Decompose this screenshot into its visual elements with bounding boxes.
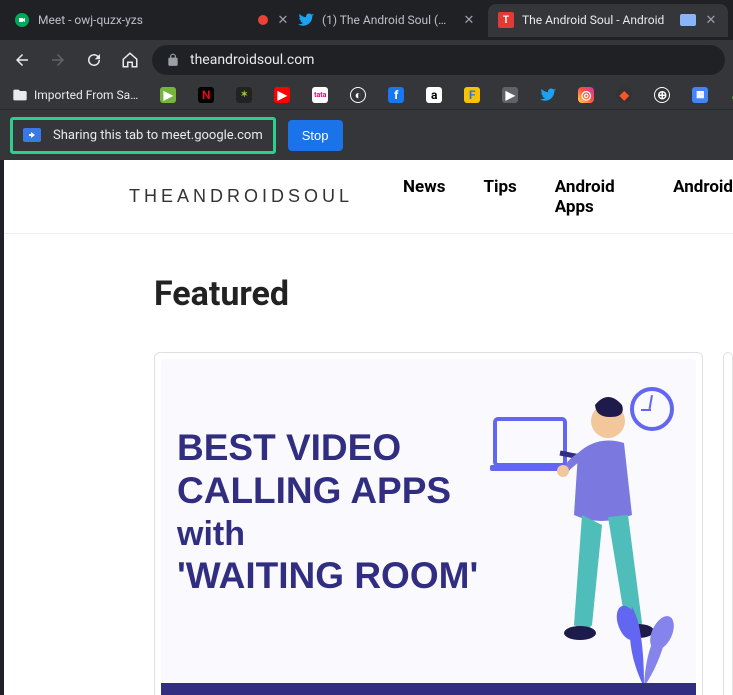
bookmark-icon-globe[interactable]: ◐ (346, 85, 370, 105)
brave-icon: ◆ (616, 87, 632, 103)
site-logo[interactable]: THEANDROIDSOUL (129, 186, 353, 207)
bookmark-icon-rumble[interactable]: ▶ (156, 85, 180, 105)
home-button[interactable] (116, 46, 144, 74)
card-row: BEST VIDEO CALLING APPS with 'WAITING RO… (154, 352, 733, 695)
screen-share-icon (23, 128, 41, 142)
tab-title: Meet - owj-quzx-yzs (38, 13, 234, 27)
meet-icon (14, 12, 30, 28)
facebook-icon: f (388, 87, 404, 103)
tab-title: (1) The Android Soul (@TheAn (322, 13, 454, 27)
bookmark-icon-web[interactable]: ⊕ (650, 85, 674, 105)
url-text: theandroidsoul.com (190, 52, 314, 68)
bookmark-label: Imported From Sa… (34, 88, 138, 102)
folder-icon (12, 87, 28, 103)
tab-androidsoul[interactable]: T The Android Soul - Android ✕ (488, 4, 728, 37)
featured-heading: Featured (154, 274, 733, 314)
bookmark-icon-amazon[interactable]: a (422, 85, 446, 105)
bookmark-icon-xda[interactable]: ✶ (232, 85, 256, 105)
flipkart-icon: F (464, 87, 480, 103)
plant-illustration (604, 577, 684, 695)
article-art-title: BEST VIDEO CALLING APPS with 'WAITING RO… (177, 427, 517, 597)
forward-button[interactable] (44, 46, 72, 74)
nav-news[interactable]: News (403, 177, 445, 217)
grey-icon: ▶ (502, 87, 518, 103)
share-bar: Sharing this tab to meet.google.com Stop (0, 110, 733, 160)
tab-title: The Android Soul - Android (522, 13, 672, 27)
amazon-icon: a (426, 87, 442, 103)
screen-share-icon (680, 14, 696, 26)
site-header: THEANDROIDSOUL News Tips Android Apps An… (4, 160, 733, 234)
address-bar[interactable]: theandroidsoul.com (152, 45, 725, 75)
grid-icon: ▦ (692, 87, 708, 103)
twitter-icon (540, 87, 556, 103)
record-icon (258, 15, 268, 25)
bookmark-icon-flipkart[interactable]: F (460, 85, 484, 105)
bookmark-icon-facebook[interactable]: f (384, 85, 408, 105)
page-viewport: THEANDROIDSOUL News Tips Android Apps An… (0, 160, 733, 695)
nav-android[interactable]: Android (673, 177, 733, 217)
tab-strip: Meet - owj-quzx-yzs ✕ (1) The Android So… (0, 0, 733, 40)
lock-icon (166, 53, 180, 67)
bookmark-icon-netflix[interactable]: N (194, 85, 218, 105)
share-message: Sharing this tab to meet.google.com (53, 128, 263, 143)
globe-icon: ◐ (350, 87, 366, 103)
art-bottom-bar (161, 683, 696, 695)
bookmark-icon-grid[interactable]: ▦ (688, 85, 712, 105)
bookmarks-bar: Imported From Sa… ▶ N ✶ ▶ tata ◐ f a F ▶… (0, 80, 733, 110)
close-icon[interactable]: ✕ (276, 13, 290, 27)
bookmark-icon-instagram[interactable]: ◎ (574, 85, 598, 105)
article-card-next[interactable] (723, 352, 733, 695)
bookmark-icon-brave[interactable]: ◆ (612, 85, 636, 105)
stop-button[interactable]: Stop (288, 120, 343, 151)
bookmark-icon-youtube[interactable]: ▶ (270, 85, 294, 105)
share-highlight: Sharing this tab to meet.google.com (10, 117, 276, 154)
twitter-icon (298, 12, 314, 28)
browser-toolbar: theandroidsoul.com (0, 40, 733, 80)
tab-twitter[interactable]: ✕ (1) The Android Soul (@TheAn ✕ (246, 4, 486, 37)
web-icon: ⊕ (654, 87, 670, 103)
bookmark-icon-tatasky[interactable]: tata (308, 85, 332, 105)
reload-button[interactable] (80, 46, 108, 74)
nav-apps[interactable]: Android Apps (555, 177, 635, 217)
tab-meet[interactable]: Meet - owj-quzx-yzs (4, 4, 244, 37)
play-green-icon: ▶ (160, 87, 176, 103)
netflix-icon: N (198, 87, 214, 103)
bookmark-icon-twitter[interactable] (536, 85, 560, 105)
close-icon[interactable]: ✕ (704, 13, 718, 27)
instagram-icon: ◎ (578, 87, 594, 103)
article-artwork: BEST VIDEO CALLING APPS with 'WAITING RO… (161, 359, 696, 695)
site-nav: News Tips Android Apps Android (403, 177, 733, 217)
back-button[interactable] (8, 46, 36, 74)
xda-icon: ✶ (236, 87, 252, 103)
bookmark-icon-drive[interactable] (726, 85, 733, 105)
bookmark-folder[interactable]: Imported From Sa… (8, 85, 142, 105)
tatasky-icon: tata (312, 87, 328, 103)
page-body: Featured BEST VIDEO CALLING APPS with 'W… (4, 234, 733, 695)
nav-tips[interactable]: Tips (483, 177, 516, 217)
close-icon[interactable]: ✕ (462, 13, 476, 27)
youtube-icon: ▶ (274, 87, 290, 103)
article-card[interactable]: BEST VIDEO CALLING APPS with 'WAITING RO… (154, 352, 703, 695)
bookmark-icon-grey[interactable]: ▶ (498, 85, 522, 105)
tas-icon: T (498, 12, 514, 28)
